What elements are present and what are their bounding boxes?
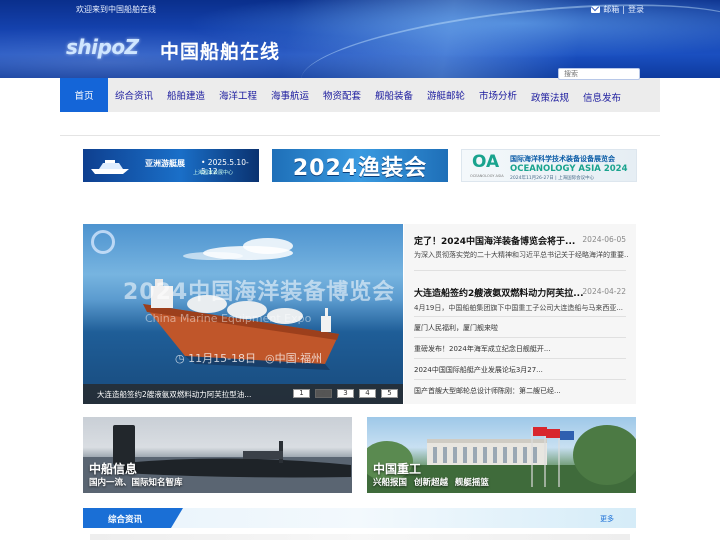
nav-item-label: 物资配套 [322,91,361,102]
headline-summary: 4月19日，中国船舶集团旗下中国重工子公司大连造船与马来西亚... [414,304,624,312]
news-list-item[interactable]: 2024中国国际船艇产业发展论坛3月27... [414,365,543,375]
site-header: 欢迎来到中国船舶在线 邮箱 | 登录 shipoZ 中国船舶在线 [0,0,720,78]
oceanology-logo: OA [472,152,500,172]
yacht-icon [91,160,129,174]
news-list-item[interactable]: 厦门人民福利，厦门舰来啦 [414,323,498,333]
nav-item-offshore[interactable]: 海洋工程 [212,78,264,112]
nav-item-yacht[interactable]: 游艇邮轮 [420,78,472,112]
ad1-subtitle: 上海国家会展中心 [193,170,234,176]
divider [414,379,626,380]
headline-summary: 为深入贯彻落实党的二十大精神和习近平总书记关于经略海洋的重要... [414,251,629,259]
ad3-logo-caption: OCEANOLOGY ASIA [470,174,504,178]
slider-watermark: 2024中国海洋装备博览会 [123,280,396,305]
nav-item-label: 舰船装备 [374,91,413,102]
slider-location: ◎中国·福州 [265,352,323,365]
nav-item-label: 信息发布 [582,93,621,104]
headline-title[interactable]: 定了！2024中国海洋装备博览会将于... [414,234,575,247]
divider [414,337,626,338]
nav-item-naval[interactable]: 舰船装备 [368,78,420,112]
headline-title[interactable]: 大连造船签约2艘液氨双燃料动力阿芙拉... [414,286,584,299]
welcome-text: 欢迎来到中国船舶在线 [76,5,156,14]
ad-banner-yacht-show[interactable]: 亚洲游艇展 • 2025.5.10-5.12 上海国家会展中心 [83,149,259,182]
nav-item-label: 海洋工程 [218,91,257,102]
news-list-item[interactable]: 国产首艘大型邮轮总设计师陈刚：第二艘已经... [414,386,561,396]
slider-watermark-en: China Marine Equipment Expo [145,312,312,325]
card-subtitle: 兴船报国 创新超越 舰艇摇篮 [373,478,489,488]
ad-banner-oceanology[interactable]: OA OCEANOLOGY ASIA 国际海洋科学技术装备设备展览会 OCEAN… [461,149,637,182]
nav-item-label: 综合资讯 [114,91,153,102]
nav-item-policy[interactable]: 政策法规 [524,78,576,112]
site-title[interactable]: 中国船舶在线 [160,37,280,64]
mail-icon [591,6,601,13]
card-title: 中船信息 [89,462,138,476]
slider-page-1[interactable]: 1 [293,389,310,398]
card-title: 中国重工 [373,462,422,476]
nav-item-label: 政策法规 [530,93,569,104]
nav-item-home[interactable]: 首页 [60,78,108,112]
mail-link[interactable]: 邮箱 [603,4,619,15]
news-list-item[interactable]: 重磅发布！2024年海军成立纪念日舰艇开... [414,344,551,354]
expo-emblem-icon [91,230,115,254]
slider-page-4[interactable]: 4 [359,389,376,398]
ad1-title: 亚洲游艇展 [145,159,185,168]
slider-caption[interactable]: 大连造船签约2艘液氨双燃料动力阿芙拉型油... [97,389,251,400]
nav-item-shipping[interactable]: 海事航运 [264,78,316,112]
headline-news-list: 定了！2024中国海洋装备博览会将于... 2024-06-05 为深入贯彻落实… [404,224,636,404]
login-link[interactable]: 登录 [628,4,644,15]
top-links-separator: | [622,5,625,14]
ad2-text: 2024渔装会 [292,155,428,181]
main-nav: 首页 综合资讯 船舶建造 海洋工程 海事航运 物资配套 舰船装备 游艇邮轮 市场… [60,78,660,112]
ad3-title-cn: 国际海洋科学技术装备设备展览会 [510,155,615,163]
divider [60,135,660,136]
search-input[interactable] [558,68,640,80]
nav-item-label: 首页 [74,91,94,102]
slider-date: ◷ 11月15-18日 [175,352,257,365]
more-link[interactable]: 更多 [600,514,614,524]
slider-page-5[interactable]: 5 [381,389,398,398]
card-subtitle: 国内一流、国际知名智库 [89,478,183,488]
nav-item-shipbuilding[interactable]: 船舶建造 [160,78,212,112]
divider [414,270,626,271]
nav-item-news[interactable]: 综合资讯 [108,78,160,112]
headline-date: 2024-06-05 [582,235,626,244]
ad3-title-en: OCEANOLOGY ASIA 2024 [510,164,628,174]
slider-page-3[interactable]: 3 [337,389,354,398]
nav-item-label: 海事航运 [270,91,309,102]
nav-item-label: 游艇邮轮 [426,91,465,102]
divider [414,358,626,359]
nav-item-publish[interactable]: 信息发布 [576,78,628,112]
section-header-news: 综合资讯 更多 [83,508,636,528]
headline-date: 2024-04-22 [582,287,626,296]
nav-item-supplies[interactable]: 物资配套 [316,78,368,112]
news-slider[interactable]: 2024中国海洋装备博览会 China Marine Equipment Exp… [83,224,403,404]
nav-item-label: 船舶建造 [166,91,205,102]
ad3-subtitle: 2024年11月26-27日 | 上海国际会议中心 [510,176,595,181]
feature-card-csic-heavy[interactable]: 中国重工 兴船报国 创新超越 舰艇摇篮 [367,417,636,493]
top-links: 邮箱 | 登录 [591,4,644,15]
nav-item-label: 市场分析 [478,91,517,102]
divider [414,316,626,317]
ad-banner-fishery-expo[interactable]: 2024渔装会 [272,149,448,182]
slider-page-2[interactable]: 2 [315,389,332,398]
section-title: 综合资讯 [108,515,143,525]
feature-card-csic-info[interactable]: 中船信息 国内一流、国际知名智库 [83,417,352,493]
logo-wordmark[interactable]: shipoZ [66,35,139,59]
content-peek [90,534,630,540]
nav-item-market[interactable]: 市场分析 [472,78,524,112]
